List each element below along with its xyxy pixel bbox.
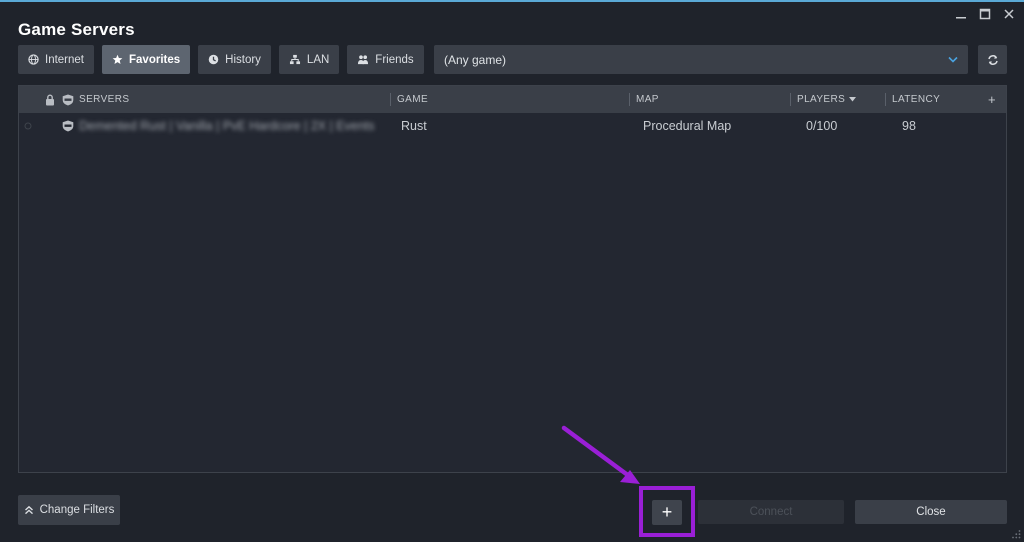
row-radio-icon [24,113,32,139]
column-map[interactable]: MAP [636,86,659,113]
window-title: Game Servers [18,20,135,40]
server-game: Rust [401,113,427,139]
column-players-label: PLAYERS [797,94,845,105]
connect-button[interactable]: Connect [698,500,844,524]
minimize-icon[interactable] [952,6,970,22]
game-filter-dropdown[interactable]: (Any game) [434,45,968,74]
server-list-header: SERVERS GAME MAP PLAYERS LATENCY + [19,86,1006,113]
column-players[interactable]: PLAYERS [797,86,856,113]
column-divider[interactable] [790,93,791,106]
close-icon[interactable] [1000,6,1018,22]
window-controls [952,6,1018,22]
vac-column-icon[interactable] [62,86,74,113]
tab-internet[interactable]: Internet [18,45,94,74]
column-servers[interactable]: SERVERS [79,86,129,113]
tab-history[interactable]: History [198,45,271,74]
vac-shield-icon [62,94,74,106]
vac-shield-icon [62,113,74,139]
column-game[interactable]: GAME [397,86,428,113]
globe-icon [28,54,39,65]
star-icon [112,54,123,65]
refresh-button[interactable] [978,45,1007,74]
tab-label: History [225,54,261,66]
change-filters-label: Change Filters [40,504,115,516]
sort-down-icon [849,97,856,102]
column-divider[interactable] [390,93,391,106]
table-row[interactable]: Demented Rust | Vanilla | PvE Hardcore |… [19,113,1006,139]
tab-label: LAN [307,54,329,66]
server-name: Demented Rust | Vanilla | PvE Hardcore |… [79,113,375,139]
column-latency[interactable]: LATENCY [892,86,940,113]
tab-friends[interactable]: Friends [347,45,423,74]
server-map: Procedural Map [643,113,731,139]
change-filters-button[interactable]: Change Filters [18,495,120,525]
add-column-button[interactable]: + [988,86,996,113]
game-filter-value: (Any game) [444,53,506,67]
maximize-icon[interactable] [976,6,994,22]
refresh-icon [987,54,999,66]
column-divider[interactable] [629,93,630,106]
tab-lan[interactable]: LAN [279,45,339,74]
tab-label: Favorites [129,54,180,66]
chevron-down-icon [948,56,958,63]
network-icon [289,54,301,65]
tab-label: Internet [45,54,84,66]
resize-grip-icon[interactable] [1011,529,1021,539]
lock-column-icon[interactable] [45,86,55,113]
close-button[interactable]: Close [855,500,1007,524]
chevron-double-up-icon [24,505,34,515]
server-tabs: Internet Favorites History LAN Friends [18,45,424,74]
add-server-button[interactable]: + [652,500,682,525]
tab-favorites[interactable]: Favorites [102,45,190,74]
server-list: SERVERS GAME MAP PLAYERS LATENCY + Demen… [18,85,1007,473]
clock-icon [208,54,219,65]
tab-label: Friends [375,54,413,66]
column-divider[interactable] [885,93,886,106]
window-top-border [0,0,1024,2]
friends-icon [357,54,369,65]
server-latency: 98 [902,113,916,139]
lock-icon [45,94,55,106]
server-players: 0/100 [806,113,837,139]
